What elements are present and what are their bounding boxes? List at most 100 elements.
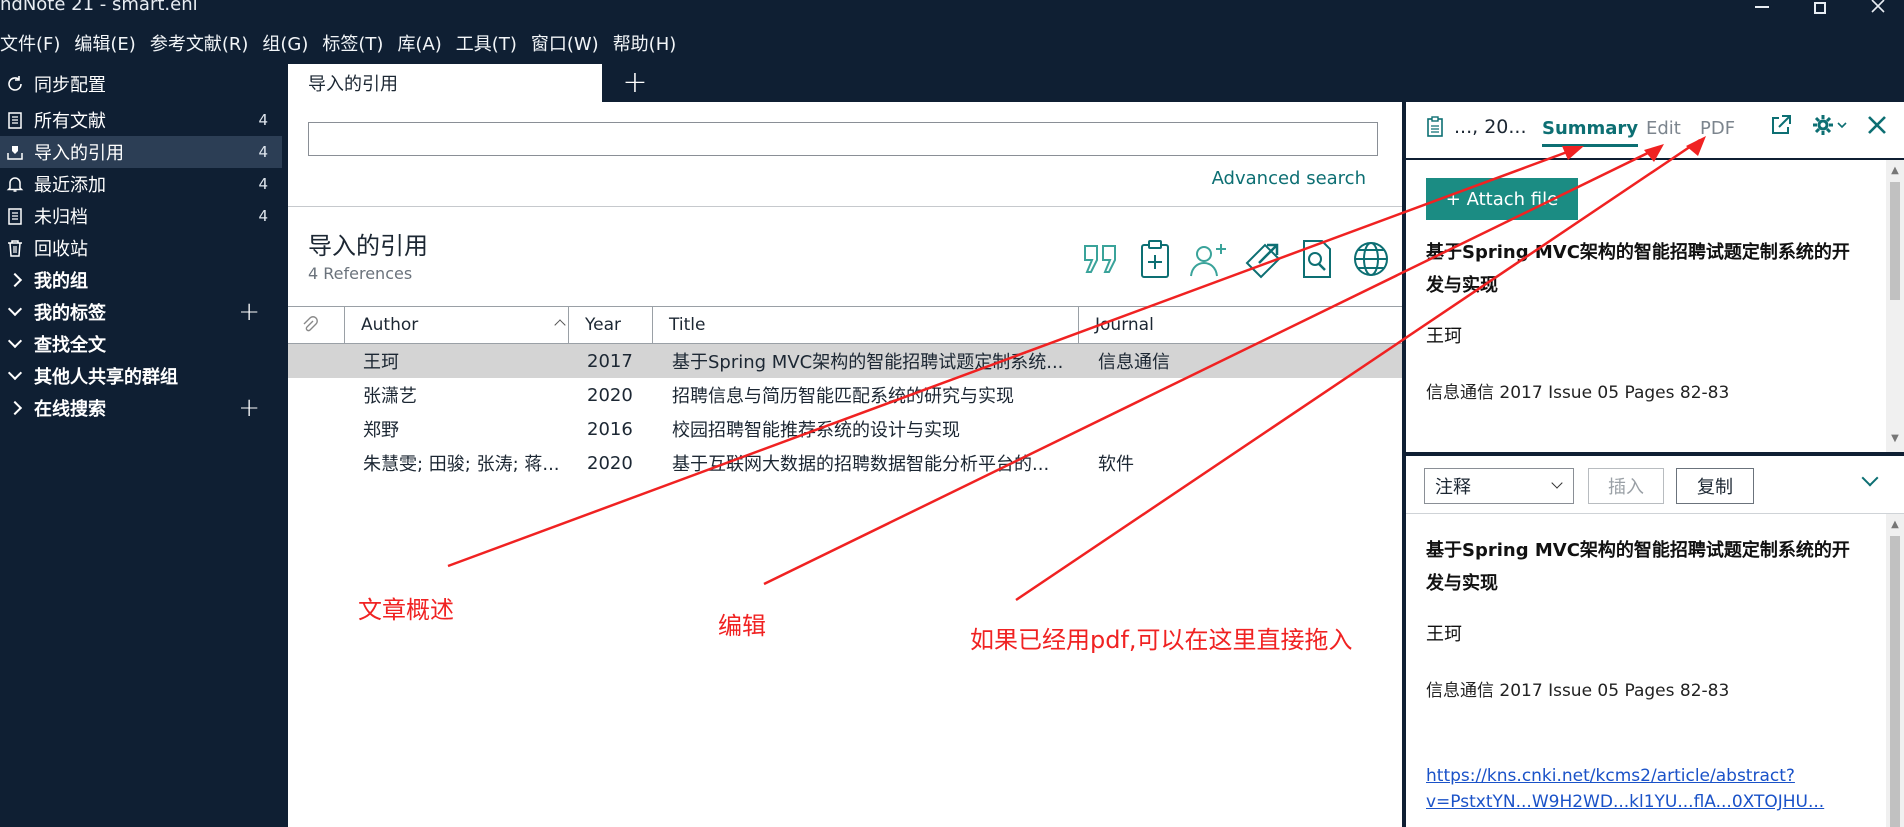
sidebar-item-unfiled[interactable]: 未归档 4 [0, 200, 282, 232]
preview-url-link[interactable]: https://kns.cnki.net/kcms2/article/abstr… [1426, 766, 1795, 786]
import-icon [4, 143, 26, 161]
find-full-text-button[interactable] [1294, 236, 1340, 282]
share-button[interactable] [1186, 236, 1232, 282]
scroll-up-icon[interactable]: ▲ [1890, 520, 1900, 530]
close-icon[interactable] [1866, 114, 1888, 136]
scrollbar-thumb[interactable] [1890, 182, 1900, 300]
tab-edit[interactable]: Edit [1646, 118, 1681, 139]
sidebar-item-trash[interactable]: 回收站 [0, 232, 282, 264]
column-journal[interactable]: Journal [1078, 307, 1402, 343]
table-row[interactable]: 郑野 2016 校园招聘智能推荐系统的设计与实现 [288, 412, 1402, 446]
sidebar-group-shared[interactable]: 其他人共享的群组 [0, 360, 282, 392]
chevron-right-icon [4, 400, 26, 416]
scrollbar-thumb[interactable] [1890, 536, 1900, 827]
column-attachment[interactable] [288, 307, 344, 343]
menu-tools[interactable]: 工具(T) [456, 30, 517, 56]
tab-imported-references[interactable]: 导入的引用 [288, 64, 602, 102]
sidebar-item-label: 所有文献 [34, 111, 106, 132]
library-title: 导入的引用 [308, 232, 428, 260]
preview-toolbar: 注释 插入 复制 [1406, 456, 1904, 514]
column-author[interactable]: Author [344, 307, 568, 343]
documents-icon [4, 111, 26, 129]
cell-author: 郑野 [363, 420, 399, 441]
bell-icon [4, 175, 26, 193]
cell-author: 朱慧雯; 田骏; 张涛; 蒋... [363, 454, 560, 475]
preview-url-link-continued[interactable]: v=PstxtYN...W9H2WD...kl1YU...flA...0XTOJ… [1426, 792, 1824, 812]
online-search-button[interactable] [1348, 236, 1394, 282]
open-link-button[interactable] [1240, 236, 1286, 282]
sidebar-item-recently-added[interactable]: 最近添加 4 [0, 168, 282, 200]
insert-citation-button[interactable] [1078, 236, 1124, 282]
maximize-button[interactable] [1802, 0, 1838, 20]
preview-scrollbar[interactable]: ▲ [1886, 514, 1904, 827]
chevron-down-icon [4, 333, 26, 349]
scroll-up-icon[interactable]: ▲ [1890, 166, 1900, 176]
minimize-button[interactable] [1744, 0, 1780, 20]
close-window-button[interactable] [1860, 0, 1896, 20]
copy-formatted-button[interactable] [1132, 236, 1178, 282]
sidebar-group-label: 查找全文 [34, 335, 106, 356]
sidebar-group-my-tags[interactable]: 我的标签 + [0, 296, 282, 328]
sidebar-group-find-full-text[interactable]: 查找全文 [0, 328, 282, 360]
scroll-down-icon[interactable]: ▼ [1890, 434, 1900, 444]
summary-title: 基于Spring MVC架构的智能招聘试题定制系统的开发与实现 [1426, 242, 1850, 296]
cell-year: 2016 [587, 418, 633, 440]
open-external-icon[interactable] [1770, 114, 1792, 136]
document-icon [1427, 116, 1443, 137]
reference-panel: ..., 20... Summary Edit PDF + Attach fil… [1402, 102, 1904, 827]
menu-references[interactable]: 参考文献(R) [150, 30, 249, 56]
menu-window[interactable]: 窗口(W) [531, 30, 599, 56]
table-row[interactable]: 张潇艺 2020 招聘信息与简历智能匹配系统的研究与实现 [288, 378, 1402, 412]
tab-summary[interactable]: Summary [1542, 118, 1639, 147]
sidebar-item-imported[interactable]: 导入的引用 4 [0, 136, 282, 168]
table-row[interactable]: 朱慧雯; 田骏; 张涛; 蒋... 2020 基于互联网大数据的招聘数据智能分析… [288, 446, 1402, 480]
menu-help[interactable]: 帮助(H) [613, 30, 677, 56]
sidebar-item-count: 4 [258, 111, 268, 129]
column-year[interactable]: Year [568, 307, 652, 343]
add-online-search-button[interactable]: + [238, 395, 260, 421]
annotation-pdf-note: 如果已经用pdf,可以在这里直接拖入 [970, 626, 1353, 654]
sidebar-item-label: 最近添加 [34, 175, 106, 196]
sidebar-sync[interactable]: 同步配置 [0, 68, 282, 100]
collapse-chevron-icon[interactable] [1861, 469, 1879, 487]
divider [288, 206, 1402, 207]
summary-scrollbar[interactable]: ▲ ▼ [1886, 160, 1904, 452]
add-tab-button[interactable]: + [618, 66, 652, 100]
close-icon [1871, 0, 1885, 13]
paperclip-icon [303, 316, 318, 332]
copy-button[interactable]: 复制 [1676, 468, 1754, 504]
tab-pdf[interactable]: PDF [1700, 118, 1735, 139]
gear-icon[interactable] [1812, 114, 1848, 136]
menu-file[interactable]: 文件(F) [0, 30, 60, 56]
output-style-select[interactable]: 注释 [1424, 468, 1574, 504]
references-table: Author Year Title Journal 王珂 2017 基于Spri… [288, 306, 1402, 480]
menu-edit[interactable]: 编辑(E) [74, 30, 135, 56]
advanced-search-link[interactable]: Advanced search [1212, 168, 1366, 189]
cell-title: 招聘信息与简历智能匹配系统的研究与实现 [672, 386, 1014, 407]
menu-library[interactable]: 库(A) [397, 30, 441, 56]
cell-title: 基于互联网大数据的招聘数据智能分析平台的... [672, 454, 1050, 475]
cell-title: 校园招聘智能推荐系统的设计与实现 [672, 420, 960, 441]
menu-groups[interactable]: 组(G) [262, 30, 308, 56]
sidebar-item-count: 4 [258, 143, 268, 161]
add-tag-button[interactable]: + [238, 299, 260, 325]
sidebar-group-online-search[interactable]: 在线搜索 + [0, 392, 282, 424]
insert-button[interactable]: 插入 [1588, 468, 1664, 504]
chevron-down-icon [1551, 477, 1563, 489]
attach-file-button[interactable]: + Attach file [1426, 178, 1578, 220]
search-input[interactable] [308, 122, 1378, 156]
column-header-label: Journal [1095, 315, 1154, 335]
output-style-value: 注释 [1435, 477, 1471, 498]
cell-journal [1098, 412, 1398, 446]
column-title[interactable]: Title [652, 307, 1078, 343]
sidebar-group-label: 其他人共享的群组 [34, 367, 178, 388]
table-row[interactable]: 王珂 2017 基于Spring MVC架构的智能招聘试题定制系统... 信息通… [288, 344, 1402, 378]
preview-title: 基于Spring MVC架构的智能招聘试题定制系统的开发与实现 [1426, 540, 1850, 594]
annotation-summary-note: 文章概述 [358, 596, 454, 624]
cell-author: 张潇艺 [363, 386, 417, 407]
cell-journal [1098, 378, 1398, 412]
sidebar-item-all-references[interactable]: 所有文献 4 [0, 104, 282, 136]
sidebar-group-my-groups[interactable]: 我的组 [0, 264, 282, 296]
reference-toolbar [1078, 236, 1402, 282]
menu-tags[interactable]: 标签(T) [322, 30, 383, 56]
